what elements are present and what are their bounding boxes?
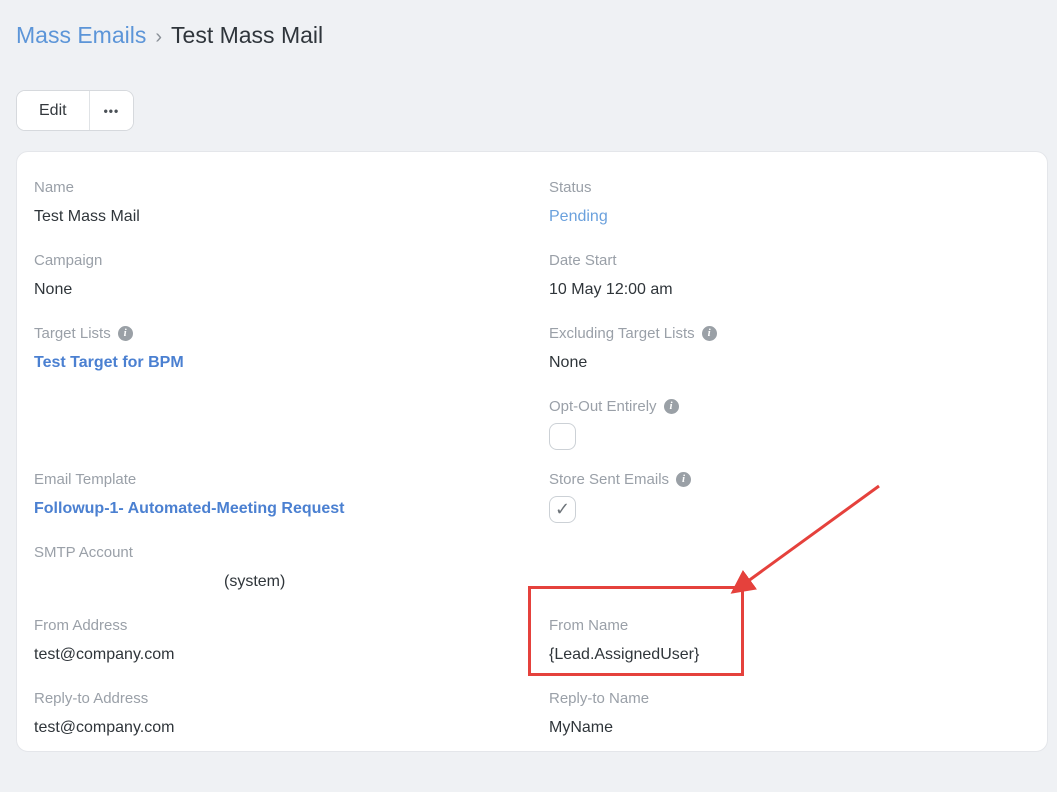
field-name: Name Test Mass Mail (17, 178, 532, 251)
edit-button-group: Edit ••• (16, 90, 134, 131)
field-grid: NameTest Mass MailStatusPendingCampaignN… (17, 178, 1047, 752)
field-label: Status (549, 178, 592, 197)
field-value: 10 May 12:00 am (549, 280, 1047, 300)
field-label: Date Start (549, 251, 617, 270)
field-value: Pending (549, 207, 1047, 227)
field-value: {Lead.AssignedUser} (549, 645, 1047, 665)
field-label-row: Email Template (34, 470, 532, 489)
breadcrumb: Mass Emails › Test Mass Mail (16, 20, 1041, 52)
field-value: test@company.com (34, 645, 532, 665)
field-target-lists: Target Lists i Test Target for BPM (17, 324, 532, 397)
field-excluding-target-lists: Excluding Target Lists i None (532, 324, 1047, 397)
field-reply-to-address: Reply-to Address test@company.com (17, 689, 532, 752)
field-value: test@company.com (34, 718, 532, 738)
field-label-row: Excluding Target Lists i (549, 324, 1047, 343)
field-empty (17, 397, 532, 470)
detail-panel: NameTest Mass MailStatusPendingCampaignN… (16, 151, 1048, 752)
field-label: Email Template (34, 470, 136, 489)
field-value-link[interactable]: Followup-1- Automated-Meeting Request (34, 499, 345, 519)
field-from-address: From Address test@company.com (17, 616, 532, 689)
field-label: From Name (549, 616, 628, 635)
field-label-row: Store Sent Emails i (549, 470, 1047, 489)
field-label-row: SMTP Account (34, 543, 532, 562)
field-label-row: Reply-to Address (34, 689, 532, 708)
checkbox-checked[interactable]: ✓ (549, 496, 576, 523)
field-label-row: Date Start (549, 251, 1047, 270)
field-opt-out-entirely: Opt-Out Entirely i (532, 397, 1047, 470)
more-actions-button[interactable]: ••• (89, 91, 134, 130)
field-label: From Address (34, 616, 127, 635)
field-label-row: From Name (549, 616, 1047, 635)
field-label-row: From Address (34, 616, 532, 635)
field-label-row: Target Lists i (34, 324, 532, 343)
field-label: SMTP Account (34, 543, 133, 562)
field-label-row: Campaign (34, 251, 532, 270)
field-value: (system) (34, 572, 532, 592)
field-label: Reply-to Address (34, 689, 148, 708)
field-value: None (34, 280, 532, 300)
field-label: Target Lists (34, 324, 111, 343)
field-label: Campaign (34, 251, 102, 270)
field-status: Status Pending (532, 178, 1047, 251)
field-label-row: Opt-Out Entirely i (549, 397, 1047, 416)
field-store-sent-emails: Store Sent Emails i ✓ (532, 470, 1047, 543)
field-label-row: Name (34, 178, 532, 197)
field-label: Opt-Out Entirely (549, 397, 657, 416)
field-reply-to-name: Reply-to Name MyName (532, 689, 1047, 752)
field-date-start: Date Start 10 May 12:00 am (532, 251, 1047, 324)
field-label: Excluding Target Lists (549, 324, 695, 343)
field-email-template: Email Template Followup-1- Automated-Meet… (17, 470, 532, 543)
field-label: Store Sent Emails (549, 470, 669, 489)
field-value: MyName (549, 718, 1047, 738)
info-icon[interactable]: i (118, 326, 133, 341)
field-value-link[interactable]: Test Target for BPM (34, 353, 184, 373)
field-label-row: Reply-to Name (549, 689, 1047, 708)
breadcrumb-parent-link[interactable]: Mass Emails (16, 22, 146, 48)
breadcrumb-separator: › (155, 26, 162, 48)
field-empty (532, 543, 1047, 616)
field-label-row: Status (549, 178, 1047, 197)
page-title: Test Mass Mail (171, 22, 323, 48)
field-value: None (549, 353, 1047, 373)
field-campaign: Campaign None (17, 251, 532, 324)
checkbox-unchecked[interactable] (549, 423, 576, 450)
info-icon[interactable]: i (676, 472, 691, 487)
field-value: Test Mass Mail (34, 207, 532, 227)
field-from-name: From Name {Lead.AssignedUser} (532, 616, 1047, 689)
field-label: Reply-to Name (549, 689, 649, 708)
field-smtp-account: SMTP Account (system) (17, 543, 532, 616)
info-icon[interactable]: i (664, 399, 679, 414)
info-icon[interactable]: i (702, 326, 717, 341)
field-label: Name (34, 178, 74, 197)
edit-button[interactable]: Edit (17, 91, 89, 130)
